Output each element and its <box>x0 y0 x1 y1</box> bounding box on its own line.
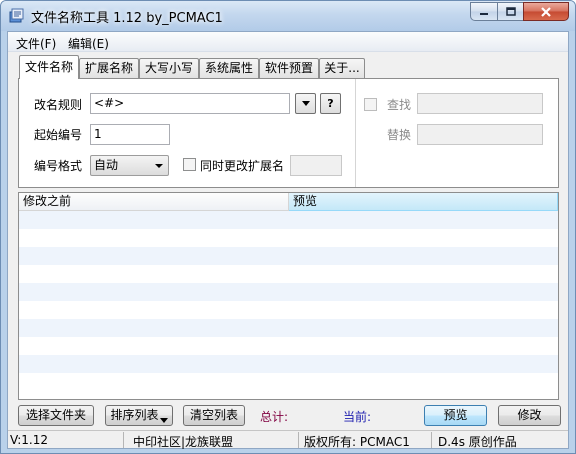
rename-rule-input[interactable]: <#> <box>90 93 290 114</box>
find-label: 查找 <box>387 98 412 112</box>
tab-filename[interactable]: 文件名称 <box>19 55 79 79</box>
close-icon <box>541 6 551 17</box>
status-bar: V:1.12 中印社区|龙族联盟 版权所有: PCMAC1 D.4s 原创作品 <box>8 430 568 449</box>
window-title: 文件名称工具 1.12 by_PCMAC1 <box>31 11 223 26</box>
status-community: 中印社区|龙族联盟 <box>133 435 234 449</box>
number-format-label: 编号格式 <box>34 159 83 173</box>
find-input[interactable] <box>417 93 543 114</box>
modify-button[interactable]: 修改 <box>498 405 561 426</box>
replace-input[interactable] <box>417 124 543 145</box>
number-format-value: 自动 <box>94 158 119 172</box>
file-list[interactable]: 修改之前 预览 <box>18 192 559 400</box>
current-label: 当前: <box>343 410 372 424</box>
app-window: 文件名称工具 1.12 by_PCMAC1 文件(F) 编辑(E) 文件名称 扩… <box>0 0 576 454</box>
list-row <box>19 355 558 373</box>
change-extension-label: 同时更改扩展名 <box>200 159 285 173</box>
status-divider <box>123 432 124 448</box>
start-number-label: 起始编号 <box>34 128 83 142</box>
chevron-down-icon <box>301 101 310 106</box>
total-label: 总计: <box>260 410 289 424</box>
status-credit: D.4s 原创作品 <box>438 435 517 449</box>
select-folder-button[interactable]: 选择文件夹 <box>18 405 94 426</box>
tab-presets[interactable]: 软件预置 <box>259 58 319 78</box>
list-row <box>19 283 558 301</box>
help-button[interactable]: ? <box>320 93 341 114</box>
chevron-down-icon <box>159 418 168 423</box>
list-row <box>19 211 558 229</box>
list-row <box>19 247 558 265</box>
column-before[interactable]: 修改之前 <box>19 193 289 211</box>
list-row <box>19 373 558 391</box>
menu-edit[interactable]: 编辑(E) <box>68 35 109 52</box>
list-row <box>19 337 558 355</box>
sort-list-button[interactable]: 排序列表 <box>105 405 173 426</box>
status-copyright: 版权所有: PCMAC1 <box>304 435 410 449</box>
rename-rule-label: 改名规则 <box>34 98 83 112</box>
maximize-button[interactable] <box>497 2 523 21</box>
extension-input[interactable] <box>290 155 342 176</box>
find-checkbox[interactable] <box>364 98 377 111</box>
status-divider <box>298 432 299 448</box>
close-button[interactable] <box>523 2 569 21</box>
title-bar[interactable]: 文件名称工具 1.12 by_PCMAC1 <box>1 1 575 31</box>
minimize-button[interactable] <box>470 2 497 21</box>
rule-dropdown-button[interactable] <box>295 93 316 114</box>
help-label: ? <box>327 97 334 110</box>
start-number-input[interactable]: 1 <box>90 124 170 145</box>
list-row <box>19 301 558 319</box>
tab-about[interactable]: 关于... <box>319 58 365 78</box>
preview-button[interactable]: 预览 <box>424 405 487 426</box>
maximize-icon <box>505 7 516 16</box>
status-version: V:1.12 <box>10 433 48 447</box>
list-header: 修改之前 预览 <box>19 193 558 211</box>
panel-divider <box>355 79 356 187</box>
app-tool-icon <box>9 8 24 23</box>
list-row <box>19 265 558 283</box>
replace-label: 替换 <box>387 128 412 142</box>
tab-attributes[interactable]: 系统属性 <box>199 58 259 78</box>
chevron-down-icon <box>155 164 163 168</box>
tab-extension[interactable]: 扩展名称 <box>79 58 139 78</box>
sort-list-label: 排序列表 <box>110 408 159 422</box>
list-row <box>19 319 558 337</box>
list-row <box>19 229 558 247</box>
filename-tab-panel: 改名规则 <#> ? 起始编号 1 编号格式 自动 同时更改扩展名 查找 替换 <box>18 78 559 188</box>
clear-list-button[interactable]: 清空列表 <box>183 405 245 426</box>
column-preview[interactable]: 预览 <box>289 193 558 211</box>
change-extension-checkbox[interactable] <box>183 158 196 171</box>
tab-case[interactable]: 大写小写 <box>139 58 199 78</box>
minimize-icon <box>480 12 488 15</box>
window-controls <box>470 2 569 21</box>
menu-file[interactable]: 文件(F) <box>16 35 56 52</box>
number-format-select[interactable]: 自动 <box>90 155 169 176</box>
status-divider <box>431 432 432 448</box>
menu-bar: 文件(F) 编辑(E) <box>8 32 568 52</box>
client-area: 文件(F) 编辑(E) 文件名称 扩展名称 大写小写 系统属性 软件预置 关于.… <box>7 31 569 449</box>
